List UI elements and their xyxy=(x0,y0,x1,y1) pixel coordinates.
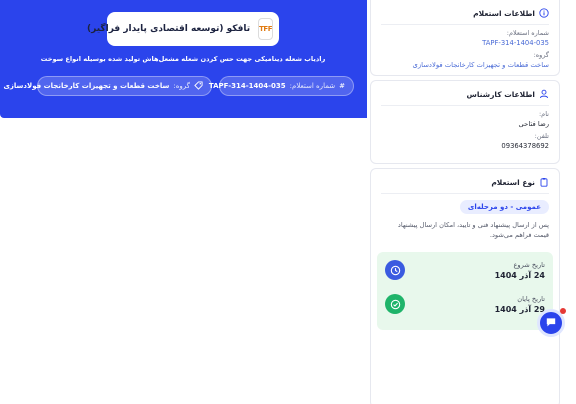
expert-info-title: اطلاعات کارشناس xyxy=(466,89,535,99)
expert-info-heading: اطلاعات کارشناس xyxy=(371,81,559,105)
phone-label: تلفن: xyxy=(534,132,549,140)
user-icon xyxy=(539,89,549,99)
chip-group-label: گروه: xyxy=(173,82,190,90)
chat-icon xyxy=(545,316,557,331)
name-value: رضا فتاحی xyxy=(518,120,549,128)
group-label: گروه: xyxy=(533,51,549,59)
clipboard-icon xyxy=(539,177,549,187)
inquiry-type-card: نوع استعلام عمومی - دو مرحله‌ای پس از ار… xyxy=(370,168,560,404)
check-circle-icon xyxy=(385,294,405,314)
inquiry-info-card: اطلاعات استعلام شماره استعلام: TAPF-314-… xyxy=(370,0,560,76)
divider xyxy=(381,193,549,194)
inquiry-type-heading: نوع استعلام xyxy=(371,169,559,193)
inquiry-type-description: پس از ارسال پیشنهاد فنی و تایید، امکان ا… xyxy=(397,221,549,239)
number-value: TAPF-314-1404-035 xyxy=(482,39,549,47)
divider xyxy=(381,105,549,106)
start-date-row: تاریخ شروع 24 آذر 1404 xyxy=(377,260,553,280)
inquiry-header: TFF تافکو (توسعه اقتصادی پایدار فراگیر) … xyxy=(0,0,367,118)
end-date-label: تاریخ پایان xyxy=(517,294,545,303)
company-logo: TFF xyxy=(258,18,273,40)
expert-info-card: اطلاعات کارشناس نام: رضا فتاحی تلفن: 093… xyxy=(370,80,560,164)
hash-icon: # xyxy=(339,82,345,90)
notification-dot xyxy=(560,308,566,314)
dates-panel: تاریخ شروع 24 آذر 1404 تاریخ پایان 29 آذ… xyxy=(377,252,553,330)
inquiry-title: رادیاب شعله دینامیکی جهت حس کردن شعله مش… xyxy=(40,55,326,63)
inquiry-number-chip: # شماره استعلام: TAPF-314-1404-035 xyxy=(209,76,354,96)
end-date-row: تاریخ پایان 29 آذر 1404 xyxy=(377,294,553,314)
divider xyxy=(381,24,549,25)
chip-number-label: شماره استعلام: xyxy=(289,82,336,90)
number-label: شماره استعلام: xyxy=(506,29,549,37)
inquiry-type-title: نوع استعلام xyxy=(491,177,535,187)
phone-value[interactable]: 09364378692 xyxy=(371,142,559,150)
clock-icon xyxy=(385,260,405,280)
start-date-label: تاریخ شروع xyxy=(513,260,546,269)
chip-number-value: TAPF-314-1404-035 xyxy=(208,82,286,90)
start-date-value: 24 آذر 1404 xyxy=(494,270,545,280)
inquiry-info-heading: اطلاعات استعلام xyxy=(371,0,559,24)
company-badge[interactable]: TFF تافکو (توسعه اقتصادی پایدار فراگیر) xyxy=(87,12,279,46)
inquiry-group-chip: گروه: ساخت قطعات و تجهیزات کارخانجات فول… xyxy=(3,76,212,96)
info-icon xyxy=(539,8,549,18)
inquiry-type-badge: عمومی - دو مرحله‌ای xyxy=(459,200,549,214)
end-date-value: 29 آذر 1404 xyxy=(494,304,545,314)
chip-group-value: ساخت قطعات و تجهیزات کارخانجات فولادسازی xyxy=(3,82,170,90)
group-value[interactable]: ساخت قطعات و تجهیزات کارخانجات فولادسازی xyxy=(371,61,559,69)
tag-icon xyxy=(194,80,203,92)
inquiry-info-title: اطلاعات استعلام xyxy=(473,8,535,18)
name-label: نام: xyxy=(538,110,549,118)
company-name: تافکو (توسعه اقتصادی پایدار فراگیر) xyxy=(87,24,251,34)
